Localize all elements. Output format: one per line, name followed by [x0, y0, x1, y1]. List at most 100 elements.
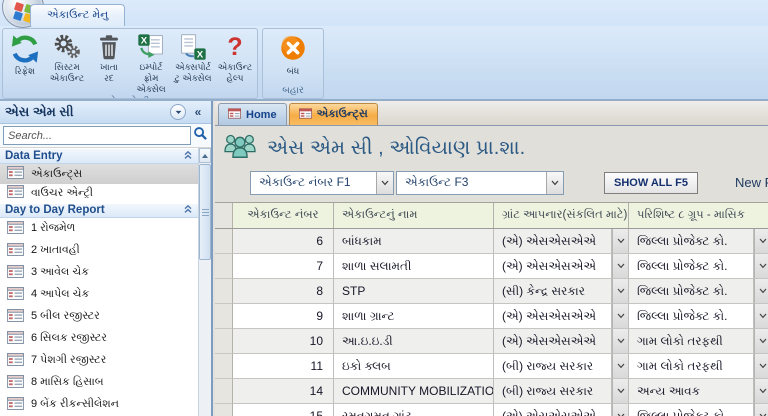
- sidebar-item-bank-reconciliation[interactable]: 9 બેંક રીકન્સીલેશન: [0, 394, 198, 416]
- cell-account-number[interactable]: 14: [233, 379, 334, 404]
- sidebar-item-voucher-entry[interactable]: વાઉચર એન્ટ્રી: [0, 184, 198, 203]
- cell-account-name[interactable]: રમતગમત ગ્રાંટ: [334, 404, 494, 416]
- cell-group[interactable]: જિલ્લા પ્રોજેક્ટ કો.: [629, 254, 754, 279]
- account-number-filter-combo[interactable]: એકાઉન્ટ નંબર F1: [250, 171, 394, 195]
- grantor-dropdown[interactable]: [612, 304, 629, 329]
- column-header-group[interactable]: પરિશિષ્ટ ૮ ગ્રૂપ - માસિક: [629, 203, 768, 228]
- record-selector[interactable]: [215, 379, 233, 404]
- grantor-dropdown[interactable]: [612, 379, 629, 404]
- cell-group[interactable]: જિલ્લા પ્રોજેક્ટ કો.: [629, 279, 754, 304]
- cell-grantor[interactable]: (એ) એસએસએએ: [494, 329, 612, 354]
- group-dropdown[interactable]: [754, 354, 768, 379]
- cell-group[interactable]: જિલ્લા પ્રોજેક્ટ કો.: [629, 304, 754, 329]
- sidebar-item-received-cheques[interactable]: 3 આવેલ ચેક: [0, 262, 198, 284]
- sidebar-item-bill-register[interactable]: 5 બીલ રજીસ્ટર: [0, 306, 198, 328]
- account-filter-combo[interactable]: એકાઉન્ટ F3: [396, 171, 564, 195]
- grantor-dropdown[interactable]: [612, 279, 629, 304]
- nav-menu-dropdown-button[interactable]: [170, 104, 186, 120]
- cell-grantor[interactable]: (એ) એસએસએએ: [494, 254, 612, 279]
- collapse-chevron-icon[interactable]: [183, 204, 193, 217]
- cell-grantor[interactable]: (બી) રાજ્ય સરકાર: [494, 379, 612, 404]
- cell-account-name[interactable]: બાંધકામ: [334, 229, 494, 254]
- record-selector[interactable]: [215, 329, 233, 354]
- cell-account-number[interactable]: 11: [233, 354, 334, 379]
- close-button[interactable]: બંધ: [264, 31, 322, 84]
- group-dropdown[interactable]: [754, 279, 768, 304]
- table-row[interactable]: 9 શાળા ગ્રાન્ટ (એ) એસએસએએ જિલ્લા પ્રોજેક…: [215, 304, 768, 329]
- table-row[interactable]: 14 COMMUNITY MOBILIZATION (બી) રાજ્ય સરક…: [215, 379, 768, 404]
- search-icon[interactable]: [193, 126, 208, 146]
- nav-collapse-button[interactable]: «: [190, 105, 206, 119]
- group-dropdown[interactable]: [754, 404, 768, 416]
- record-selector[interactable]: [215, 279, 233, 304]
- cell-group[interactable]: જિલ્લા પ્રોજેક્ટ કો.: [629, 404, 754, 416]
- table-row[interactable]: 7 શાળા સલામતી (એ) એસએસએએ જિલ્લા પ્રોજેક્…: [215, 254, 768, 279]
- nav-section-data-entry[interactable]: Data Entry: [0, 148, 199, 165]
- scrollbar-thumb[interactable]: [199, 164, 211, 260]
- sidebar-item-issued-cheques[interactable]: 4 આપેલ ચેક: [0, 284, 198, 306]
- cell-account-name[interactable]: COMMUNITY MOBILIZATION: [334, 379, 494, 404]
- tab-accounts[interactable]: એકાઉન્ટ્સ: [288, 103, 378, 125]
- chevron-down-icon[interactable]: [546, 172, 563, 194]
- table-row[interactable]: 8 STP (સી) કેન્દ્ર સરકાર જિલ્લા પ્રોજેક્…: [215, 279, 768, 304]
- import-from-excel-button[interactable]: X ઇમ્પોર્ટ ફ્રોમ એક્સેલ: [130, 31, 172, 95]
- account-help-button[interactable]: ? એકાઉન્ટ હેલ્પ: [214, 31, 256, 95]
- cell-group[interactable]: ગામ લોકો તરફથી: [629, 329, 754, 354]
- sidebar-item-khatavahi[interactable]: 2 ખાતાવહી: [0, 240, 198, 262]
- cell-account-number[interactable]: 9: [233, 304, 334, 329]
- cell-grantor[interactable]: (એ) એસએસએએ: [494, 229, 612, 254]
- nav-section-day-to-day-report[interactable]: Day to Day Report: [0, 202, 199, 218]
- system-account-button[interactable]: સિસ્ટમ એકાઉન્ટ: [46, 31, 88, 95]
- grantor-dropdown[interactable]: [612, 254, 629, 279]
- nav-pane-header[interactable]: એસ એમ સી «: [0, 101, 211, 124]
- scrollbar-up-arrow[interactable]: [199, 148, 211, 163]
- group-dropdown[interactable]: [754, 254, 768, 279]
- table-row[interactable]: 15 રમતગમત ગ્રાંટ (એ) એસએસએએ જિલ્લા પ્રોજ…: [215, 404, 768, 416]
- sidebar-item-rojmel[interactable]: 1 રોજમેળ: [0, 218, 198, 240]
- cell-account-name[interactable]: આ.ઇ.ઇ.ડી: [334, 329, 494, 354]
- nav-scrollbar[interactable]: [198, 148, 211, 416]
- table-row[interactable]: 10 આ.ઇ.ઇ.ડી (એ) એસએસએએ ગામ લોકો તરફથી: [215, 329, 768, 354]
- group-dropdown[interactable]: [754, 329, 768, 354]
- group-dropdown[interactable]: [754, 304, 768, 329]
- cell-group[interactable]: ગામ લોકો તરફથી: [629, 354, 754, 379]
- cell-account-number[interactable]: 10: [233, 329, 334, 354]
- table-row[interactable]: 6 બાંધકામ (એ) એસએસએએ જિલ્લા પ્રોજેક્ટ કો…: [215, 229, 768, 254]
- grantor-dropdown[interactable]: [612, 329, 629, 354]
- column-header-account-number[interactable]: એકાઉન્ટ નંબર: [233, 203, 334, 228]
- cell-account-name[interactable]: શાળા સલામતી: [334, 254, 494, 279]
- ribbon-tab-account-menu[interactable]: એકાઉન્ટ મેનુ: [30, 4, 126, 26]
- show-all-button[interactable]: SHOW ALL F5: [604, 172, 698, 194]
- tab-home[interactable]: Home: [218, 103, 287, 125]
- grantor-dropdown[interactable]: [612, 404, 629, 416]
- record-selector[interactable]: [215, 404, 233, 416]
- cell-grantor[interactable]: (બી) રાજ્ય સરકાર: [494, 354, 612, 379]
- group-dropdown[interactable]: [754, 379, 768, 404]
- new-record-label[interactable]: New Record: [735, 175, 768, 190]
- cell-grantor[interactable]: (સી) કેન્દ્ર સરકાર: [494, 279, 612, 304]
- sidebar-item-accounts[interactable]: એકાઉન્ટ્સ: [0, 164, 199, 184]
- column-header-grantor[interactable]: ગ્રાંટ આપનાર(સંકલિત માટે): [494, 203, 629, 228]
- record-selector[interactable]: [215, 254, 233, 279]
- collapse-chevron-icon[interactable]: [183, 150, 193, 163]
- cell-account-name[interactable]: STP: [334, 279, 494, 304]
- table-row[interactable]: 11 ઇકો ક્લબ (બી) રાજ્ય સરકાર ગામ લોકો તર…: [215, 354, 768, 379]
- cell-account-number[interactable]: 15: [233, 404, 334, 416]
- grantor-dropdown[interactable]: [612, 229, 629, 254]
- cell-account-number[interactable]: 6: [233, 229, 334, 254]
- cell-account-number[interactable]: 8: [233, 279, 334, 304]
- cell-group[interactable]: અન્ય આવક: [629, 379, 754, 404]
- cell-account-number[interactable]: 7: [233, 254, 334, 279]
- cell-grantor[interactable]: (એ) એસએસએએ: [494, 304, 612, 329]
- export-to-excel-button[interactable]: X એક્સપોર્ટ ટુ એક્સેલ: [172, 31, 214, 95]
- grantor-dropdown[interactable]: [612, 354, 629, 379]
- sidebar-item-monthly-account[interactable]: 8 માસિક હિસાબ: [0, 372, 198, 394]
- cell-grantor[interactable]: (એ) એસએસએએ: [494, 404, 612, 416]
- record-selector[interactable]: [215, 229, 233, 254]
- refresh-button[interactable]: રિફ્રેશ: [4, 31, 46, 95]
- cell-group[interactable]: જિલ્લા પ્રોજેક્ટ કો.: [629, 229, 754, 254]
- cell-account-name[interactable]: શાળા ગ્રાન્ટ: [334, 304, 494, 329]
- chevron-down-icon[interactable]: [376, 172, 393, 194]
- delete-account-button[interactable]: ખાતા રદ: [88, 31, 130, 95]
- record-selector[interactable]: [215, 354, 233, 379]
